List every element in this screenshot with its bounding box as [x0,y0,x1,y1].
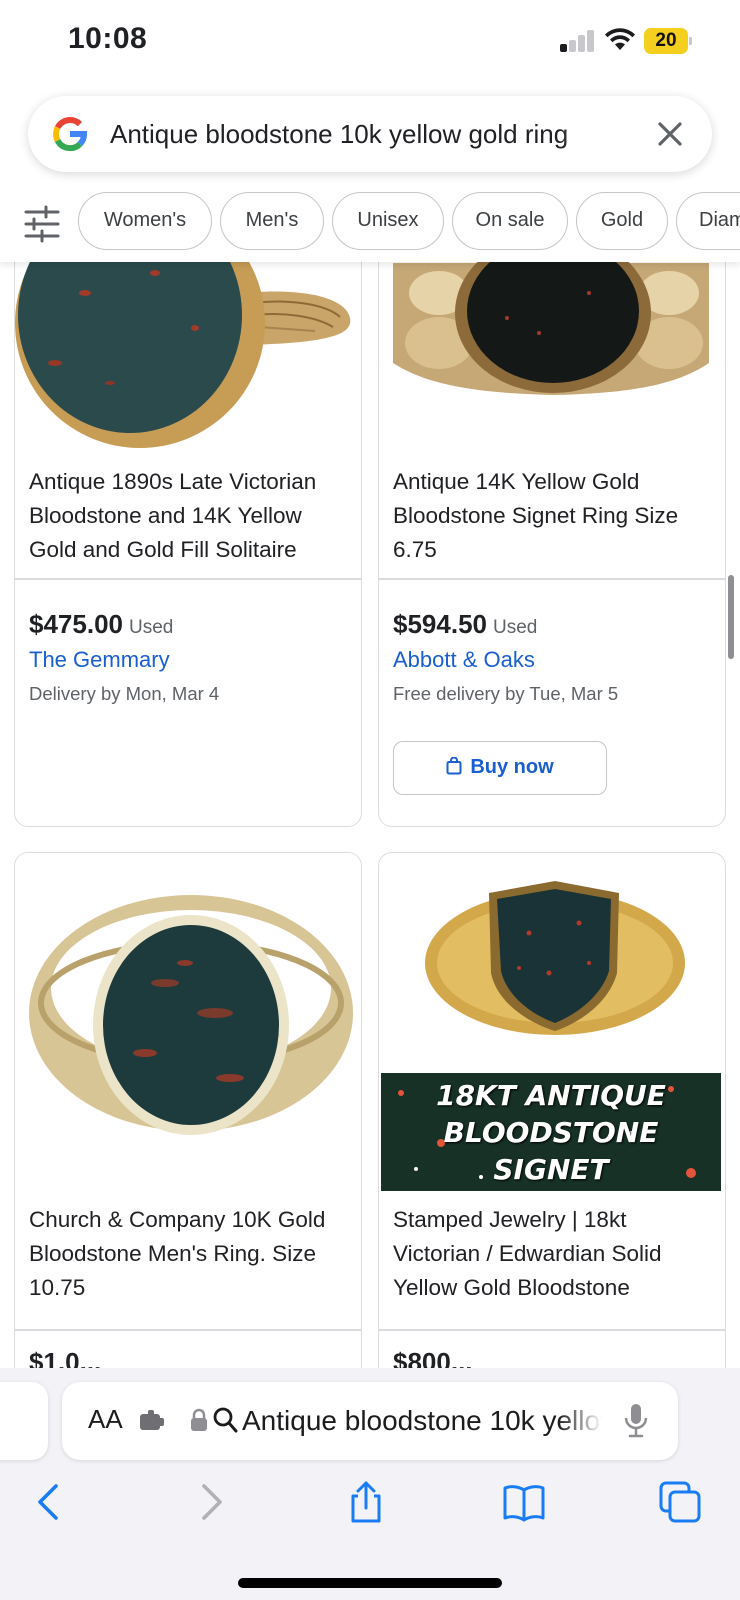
chip-mens[interactable]: Men's [220,192,324,250]
divider [379,578,725,580]
banner-text: 18KT ANTIQUE BLOODSTONE SIGNET [381,1077,721,1188]
product-results: Antique 1890s Late Victorian Bloodstone … [0,262,740,1370]
product-card[interactable]: 18KT ANTIQUE BLOODSTONE SIGNET Stamped J… [378,852,726,1370]
google-logo-icon [53,117,87,152]
reader-settings-button[interactable]: AA [88,1404,123,1435]
share-icon[interactable] [344,1480,388,1524]
filter-chip-row: Women's Men's Unisex On sale Gold Diamon… [0,186,740,262]
close-icon[interactable] [652,116,688,152]
product-image[interactable] [15,262,361,457]
extension-icon[interactable] [138,1406,168,1436]
product-title[interactable]: Church & Company 10K Gold Bloodstone Men… [29,1203,349,1305]
battery-icon: 20 [644,28,692,54]
chip-unisex[interactable]: Unisex [332,192,444,250]
chip-womens[interactable]: Women's [78,192,212,250]
product-image[interactable] [15,853,361,1198]
product-condition: Used [128,617,174,638]
product-card[interactable]: Church & Company 10K Gold Bloodstone Men… [14,852,362,1370]
product-price-partial: $800... [393,1347,473,1370]
product-card[interactable]: Antique 14K Yellow Gold Bloodstone Signe… [378,262,726,827]
microphone-icon[interactable] [622,1402,650,1440]
product-price-partial: $1,0... [29,1347,102,1370]
product-condition: Used [492,617,538,638]
tabs-icon[interactable] [658,1480,702,1524]
product-image[interactable] [379,853,725,1077]
search-query-text[interactable]: Antique bloodstone 10k yellow gold ring [110,116,640,152]
buy-now-button[interactable]: Buy now [393,741,607,795]
product-image[interactable] [379,262,725,457]
product-card[interactable]: Antique 1890s Late Victorian Bloodstone … [14,262,362,827]
address-bar[interactable]: AA Antique bloodstone 10k yellow gold ri… [62,1382,678,1460]
banner-line: SIGNET [493,1153,609,1186]
chip-diamond[interactable]: Diamond [676,192,740,250]
merchant-link[interactable]: The Gemmary [29,647,170,673]
product-title[interactable]: Antique 1890s Late Victorian Bloodstone … [29,465,349,567]
cellular-signal-icon [560,30,596,52]
product-price: $594.50 [393,609,487,639]
divider [15,1329,361,1331]
buy-now-label: Buy now [470,756,554,778]
chip-gold[interactable]: Gold [576,192,668,250]
search-icon [213,1407,238,1433]
product-price-row: $594.50 Used [393,609,537,640]
home-indicator [238,1578,502,1588]
product-title[interactable]: Stamped Jewelry | 18kt Victorian / Edwar… [393,1203,713,1305]
tune-icon[interactable] [22,204,62,244]
divider [15,578,361,580]
ring-image [15,262,351,448]
banner-line: 18KT ANTIQUE [436,1079,666,1112]
banner-line: BLOODSTONE [443,1116,659,1149]
previous-tab-preview[interactable] [0,1382,48,1460]
product-price: $475.00 [29,609,123,639]
product-banner: 18KT ANTIQUE BLOODSTONE SIGNET [381,1073,721,1191]
ring-image [425,881,685,1035]
scrollbar-thumb[interactable] [728,575,734,659]
safari-bottom-bar: AA Antique bloodstone 10k yellow gold ri… [0,1368,740,1600]
search-bar[interactable]: Antique bloodstone 10k yellow gold ring [28,96,712,172]
lock-icon [191,1408,207,1431]
forward-icon[interactable] [188,1480,232,1524]
bookmarks-icon[interactable] [502,1480,546,1524]
wifi-icon [605,28,635,50]
address-text[interactable]: Antique bloodstone 10k yellow gold ring [242,1402,602,1440]
phone-screen: 10:08 20 Antique bloodstone 10k yellow g… [0,0,740,1600]
delivery-text: Free delivery by Tue, Mar 5 [393,683,619,704]
product-price-row: $475.00 Used [29,609,173,640]
product-title[interactable]: Antique 14K Yellow Gold Bloodstone Signe… [393,465,713,567]
shopping-bag-icon [446,757,462,775]
merchant-link[interactable]: Abbott & Oaks [393,647,535,673]
battery-level: 20 [655,30,677,51]
ring-image [393,262,709,395]
status-bar: 10:08 20 [0,0,740,86]
ring-image [29,895,353,1135]
divider [379,1329,725,1331]
status-time: 10:08 [68,22,148,55]
back-icon[interactable] [28,1480,72,1524]
delivery-text: Delivery by Mon, Mar 4 [29,683,220,704]
chip-on-sale[interactable]: On sale [452,192,568,250]
